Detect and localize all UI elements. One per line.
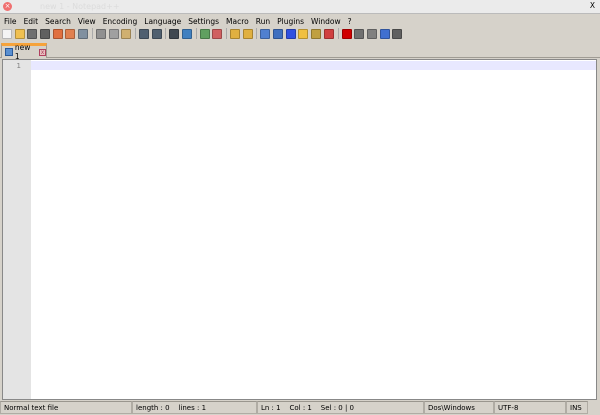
menu-macro[interactable]: Macro [226, 17, 249, 26]
print-icon[interactable] [78, 28, 89, 39]
user-lang-icon[interactable] [298, 28, 309, 39]
toolbar [2, 27, 405, 40]
close-icon[interactable] [52, 28, 63, 39]
toolbar-separator [165, 28, 167, 39]
line-number-gutter: 1 [3, 60, 31, 399]
record-macro-icon[interactable] [341, 28, 352, 39]
paste-icon[interactable] [121, 28, 132, 39]
menu-search[interactable]: Search [45, 17, 71, 26]
show-all-chars-icon[interactable] [273, 28, 284, 39]
new-file-icon[interactable] [2, 28, 12, 39]
status-position: Ln : 1 Col : 1 Sel : 0 | 0 [257, 401, 424, 414]
menu-view[interactable]: View [78, 17, 96, 26]
sync-vertical-icon[interactable] [230, 28, 240, 39]
stop-record-icon[interactable] [354, 28, 365, 39]
toolbar-separator [134, 28, 136, 39]
save-all-icon[interactable] [40, 28, 51, 39]
status-insert-mode: INS [566, 401, 588, 414]
zoom-out-icon[interactable] [212, 28, 223, 39]
current-line-highlight [31, 61, 596, 70]
title-bar: × new 1 - Notepad++ [0, 0, 600, 14]
toolbar-separator [195, 28, 197, 39]
tab-close-icon[interactable]: x [39, 48, 46, 56]
menu-plugins[interactable]: Plugins [277, 17, 304, 26]
cut-icon[interactable] [95, 28, 106, 39]
status-bar: Normal text file length : 0 lines : 1 Ln… [0, 401, 600, 415]
word-wrap-icon[interactable] [260, 28, 271, 39]
status-eol: Dos\Windows [424, 401, 494, 414]
tab-bar: new 1 x [0, 43, 600, 61]
close-document-button[interactable]: X [590, 1, 595, 10]
toolbar-separator [337, 28, 339, 39]
resize-grip-icon[interactable] [588, 401, 600, 414]
saved-state-icon [5, 48, 13, 56]
save-icon[interactable] [27, 28, 38, 39]
find-icon[interactable] [169, 28, 180, 39]
play-macro-icon[interactable] [366, 28, 377, 39]
doc-map-icon[interactable] [311, 28, 322, 39]
menu-settings[interactable]: Settings [188, 17, 219, 26]
undo-icon[interactable] [138, 28, 149, 39]
copy-icon[interactable] [108, 28, 119, 39]
tab-new-1[interactable]: new 1 x [1, 43, 47, 61]
text-editor[interactable]: 1 [2, 59, 597, 400]
redo-icon[interactable] [151, 28, 162, 39]
menu-help[interactable]: ? [348, 17, 352, 26]
menu-edit[interactable]: Edit [24, 17, 39, 26]
toolbar-separator [91, 28, 93, 39]
window-title: new 1 - Notepad++ [40, 2, 120, 11]
menu-language[interactable]: Language [144, 17, 181, 26]
status-encoding: UTF-8 [494, 401, 566, 414]
function-list-icon[interactable] [323, 28, 334, 39]
run-macro-multiple-icon[interactable] [379, 28, 390, 39]
close-all-icon[interactable] [65, 28, 76, 39]
menu-run[interactable]: Run [256, 17, 270, 26]
indent-guide-icon[interactable] [285, 28, 296, 39]
toolbar-separator [256, 28, 258, 39]
window-close-button[interactable]: × [3, 2, 12, 11]
sync-horizontal-icon[interactable] [242, 28, 253, 39]
save-macro-icon[interactable] [392, 28, 403, 39]
menu-window[interactable]: Window [311, 17, 341, 26]
replace-icon[interactable] [181, 28, 192, 39]
open-file-icon[interactable] [14, 28, 25, 39]
zoom-in-icon[interactable] [199, 28, 210, 39]
menu-file[interactable]: File [4, 17, 17, 26]
status-file-type: Normal text file [0, 401, 132, 414]
toolbar-separator [226, 28, 227, 39]
status-length: length : 0 lines : 1 [132, 401, 257, 414]
menu-encoding[interactable]: Encoding [103, 17, 138, 26]
line-number: 1 [16, 62, 21, 70]
